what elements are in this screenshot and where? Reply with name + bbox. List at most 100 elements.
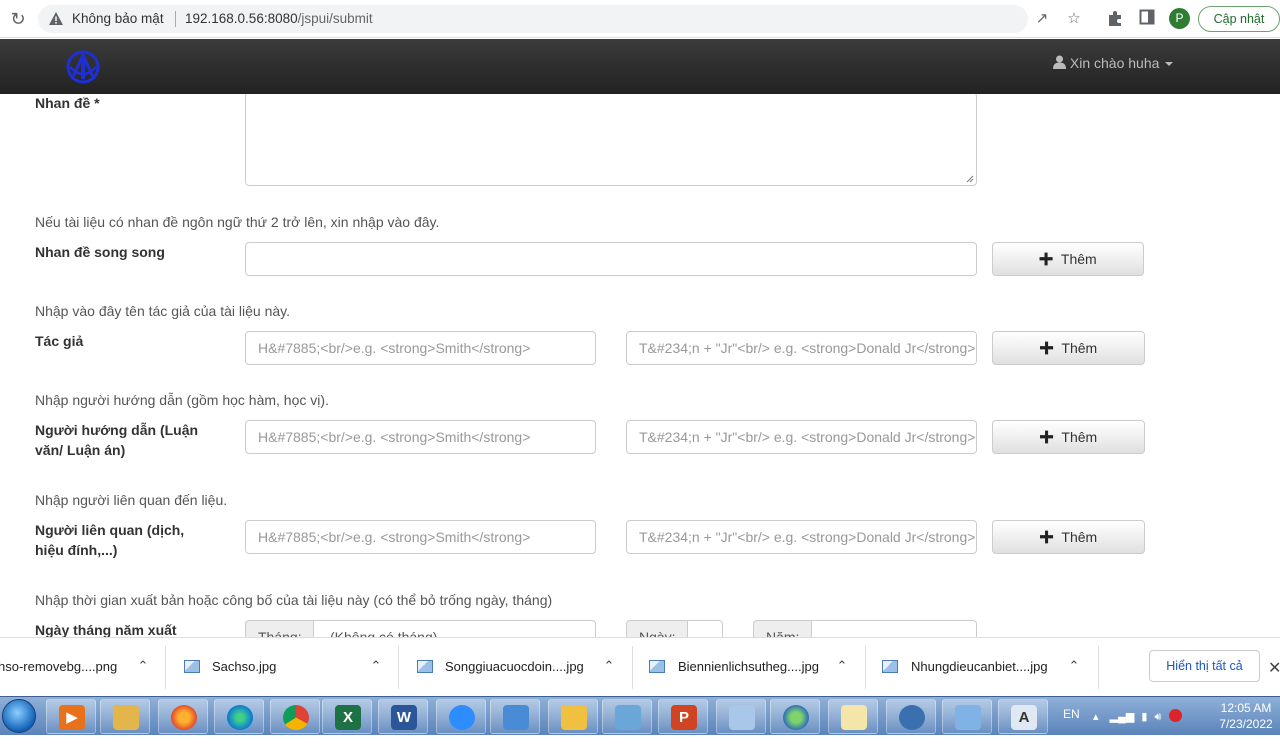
- taskbar-edge[interactable]: [214, 699, 264, 734]
- taskbar-firefox[interactable]: [158, 699, 208, 734]
- volume-icon[interactable]: 🔊︎: [1155, 711, 1162, 723]
- taskbar-network[interactable]: [490, 699, 540, 734]
- month-select[interactable]: (Không có tháng) ⌄: [313, 620, 596, 637]
- extensions-icon[interactable]: [1105, 9, 1125, 29]
- image-file-icon: [882, 660, 898, 673]
- site-logo[interactable]: [62, 49, 104, 85]
- download-item[interactable]: Nhungdieucanbiet....jpg ⌃: [866, 638, 1098, 697]
- advisor-first-name-input[interactable]: T&#234;n + "Jr"<br/> e.g. <strong>Donald…: [626, 420, 977, 454]
- taskbar-remote[interactable]: [886, 699, 936, 734]
- chevron-up-icon[interactable]: ⌃: [835, 658, 849, 673]
- plus-icon: ➕︎: [1039, 249, 1053, 269]
- title-textarea[interactable]: [245, 94, 977, 186]
- language-indicator[interactable]: EN: [1063, 707, 1080, 746]
- profile-avatar[interactable]: P: [1169, 8, 1190, 29]
- taskbar-photos[interactable]: [602, 699, 652, 734]
- year-input[interactable]: [811, 620, 977, 637]
- year-addon: Năm:: [753, 620, 813, 637]
- title-label: Nhan đề *: [35, 95, 100, 111]
- day-input[interactable]: [687, 620, 723, 637]
- url-text[interactable]: 192.168.0.56:8080/jspui/submit: [185, 11, 373, 26]
- ie-icon[interactable]: [2, 699, 36, 733]
- update-button[interactable]: Cập nhật: [1198, 6, 1280, 32]
- taskbar-word[interactable]: W: [378, 699, 428, 734]
- author-label: Tác giả: [35, 333, 84, 349]
- taskbar-chrome[interactable]: [270, 699, 320, 734]
- star-icon[interactable]: ☆: [1066, 11, 1082, 27]
- author-first-name-input[interactable]: T&#234;n + "Jr"<br/> e.g. <strong>Donald…: [626, 331, 977, 365]
- address-bar[interactable]: Không bảo mật 192.168.0.56:8080/jspui/su…: [38, 5, 1081, 33]
- network-icon: [503, 705, 529, 730]
- taskbar-powerpoint[interactable]: P: [658, 699, 708, 734]
- taskbar-control-panel[interactable]: [942, 699, 992, 734]
- pen-icon: [561, 705, 587, 730]
- add-author-button[interactable]: ➕︎ Thêm: [992, 331, 1145, 365]
- related-person-hint: Nhập người liên quan đến liệu.: [35, 492, 228, 508]
- add-related-person-button[interactable]: ➕︎ Thêm: [992, 520, 1145, 554]
- folder-icon: [113, 705, 139, 730]
- chevron-up-icon[interactable]: ⌃: [602, 658, 616, 673]
- related-label-line2: hiệu đính,...): [35, 542, 118, 558]
- warning-icon[interactable]: [48, 11, 64, 27]
- browser-toolbar: ↻ Không bảo mật 192.168.0.56:8080/jspui/…: [0, 0, 1280, 38]
- advisor-last-name-input[interactable]: H&#7885;<br/>e.g. <strong>Smith</strong>: [245, 420, 596, 454]
- download-item[interactable]: Songgiuacuocdoin....jpg ⌃: [399, 638, 632, 697]
- related-first-name-input[interactable]: T&#234;n + "Jr"<br/> e.g. <strong>Donald…: [626, 520, 977, 554]
- word-icon: W: [391, 705, 417, 730]
- add-button-label: Thêm: [1061, 529, 1098, 545]
- side-panel-icon[interactable]: [1137, 9, 1157, 29]
- show-all-downloads-button[interactable]: Hiển thị tất cả: [1149, 650, 1260, 682]
- clock-time: 12:05 AM: [1220, 701, 1272, 715]
- download-item[interactable]: Sachso.jpg ⌃: [166, 638, 398, 697]
- control-panel-icon: [955, 705, 981, 730]
- chevron-up-icon[interactable]: ⌃: [1067, 658, 1081, 673]
- author-last-name-input[interactable]: H&#7885;<br/>e.g. <strong>Smith</strong>: [245, 331, 596, 365]
- taskbar-font-viewer[interactable]: A: [998, 699, 1048, 734]
- download-item[interactable]: hso-removebg....png ⌃: [0, 638, 165, 697]
- device-icon[interactable]: ▮: [1141, 711, 1147, 723]
- related-label-line1: Người liên quan (dịch,: [35, 522, 185, 538]
- resize-grip-icon[interactable]: [966, 175, 974, 183]
- taskbar-notes[interactable]: [716, 699, 766, 734]
- excel-icon: X: [335, 705, 361, 730]
- antivirus-icon[interactable]: [1168, 709, 1182, 722]
- image-file-icon: [649, 660, 665, 673]
- chevron-up-icon[interactable]: ⌃: [369, 658, 383, 673]
- chevron-up-icon[interactable]: ▴: [1093, 711, 1099, 723]
- month-addon: Tháng:: [245, 620, 315, 637]
- firefox-icon: [171, 705, 197, 730]
- close-icon[interactable]: ✕: [1268, 658, 1280, 678]
- download-item[interactable]: Biennienlichsutheg....jpg ⌃: [633, 638, 865, 697]
- related-last-name-input[interactable]: H&#7885;<br/>e.g. <strong>Smith</strong>: [245, 520, 596, 554]
- not-secure-label[interactable]: Không bảo mật: [72, 11, 164, 26]
- taskbar-media-player[interactable]: ▶: [46, 699, 96, 734]
- add-parallel-title-button[interactable]: ➕︎ Thêm: [992, 242, 1144, 276]
- download-filename: Nhungdieucanbiet....jpg: [911, 659, 1048, 674]
- download-filename: Songgiuacuocdoin....jpg: [445, 659, 584, 674]
- photo-viewer-icon: [615, 705, 641, 730]
- chevron-up-icon[interactable]: ⌃: [136, 658, 150, 673]
- download-filename: Sachso.jpg: [212, 659, 277, 674]
- plus-icon: ➕︎: [1039, 427, 1054, 447]
- share-icon[interactable]: ↗: [1034, 11, 1050, 27]
- downloads-bar: hso-removebg....png ⌃ Sachso.jpg ⌃ Songg…: [0, 637, 1280, 696]
- chart-app-icon: [841, 705, 867, 730]
- download-manager-icon: [783, 705, 809, 730]
- taskbar-explorer[interactable]: [100, 699, 150, 734]
- system-clock[interactable]: 12:05 AM 7/23/2022: [1214, 700, 1278, 732]
- tray-icons[interactable]: ▴ ▂▄▆ ▮ 🔊︎: [1093, 709, 1205, 725]
- date-label: Ngày tháng năm xuất: [35, 622, 177, 637]
- taskbar-chart-app[interactable]: [828, 699, 878, 734]
- parallel-title-input[interactable]: [245, 242, 977, 276]
- add-advisor-button[interactable]: ➕︎ Thêm: [992, 420, 1145, 454]
- date-hint: Nhập thời gian xuất bản hoặc công bố của…: [35, 592, 553, 608]
- taskbar-idm[interactable]: [770, 699, 820, 734]
- taskbar-excel[interactable]: X: [322, 699, 372, 734]
- reload-icon[interactable]: ↻: [8, 9, 28, 29]
- taskbar-zoom[interactable]: [436, 699, 486, 734]
- parallel-title-label: Nhan đề song song: [35, 244, 165, 260]
- signal-icon[interactable]: ▂▄▆: [1110, 711, 1135, 723]
- user-menu[interactable]: Xin chào huha: [1053, 55, 1174, 71]
- plus-icon: ➕︎: [1039, 338, 1054, 358]
- taskbar-paint[interactable]: [548, 699, 598, 734]
